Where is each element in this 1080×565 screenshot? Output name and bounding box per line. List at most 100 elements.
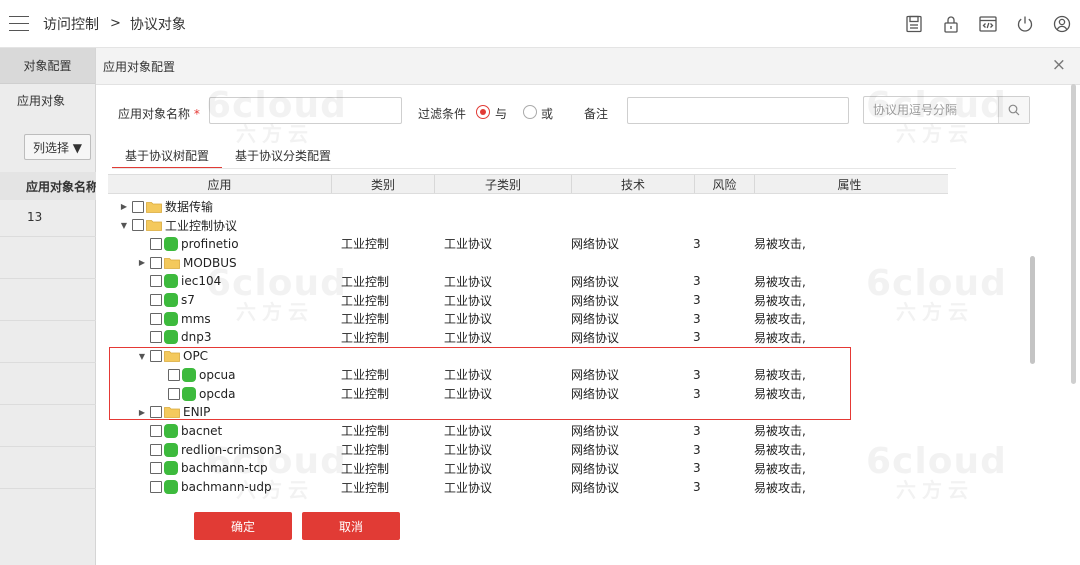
protocol-icon	[164, 423, 178, 438]
tree-node: bachmann-tcp	[136, 459, 268, 478]
table-row[interactable]: ▼ 工业控制协议	[108, 216, 1028, 235]
filter-radio-and[interactable]	[476, 105, 490, 119]
row-checkbox[interactable]	[150, 350, 162, 363]
row-checkbox[interactable]	[150, 256, 162, 269]
tree-node: bachmann-udp	[136, 478, 272, 497]
cell-technology: 网络协议	[571, 237, 620, 252]
table-row[interactable]: mms 工业控制 工业协议 网络协议 3 易被攻击,	[108, 309, 1028, 328]
caret-right-icon[interactable]: ▶	[118, 202, 130, 211]
column-header-subcategory: 子类别	[434, 175, 571, 193]
cancel-button[interactable]: 取消	[302, 512, 400, 540]
filter-radio-or[interactable]	[523, 105, 537, 119]
row-divider	[0, 488, 96, 489]
column-header-category: 类别	[331, 175, 434, 193]
cell-risk: 3	[693, 423, 701, 438]
row-checkbox[interactable]	[132, 219, 144, 232]
cell-technology: 网络协议	[571, 424, 620, 439]
tree-node: profinetio	[136, 234, 239, 253]
protocol-search-input[interactable]	[864, 97, 998, 123]
cell-subcategory: 工业协议	[444, 424, 493, 439]
dialog-scrollbar[interactable]	[1071, 84, 1078, 394]
table-row[interactable]: iec104 工业控制 工业协议 网络协议 3 易被攻击,	[108, 272, 1028, 291]
table-row[interactable]: bachmann-tcp 工业控制 工业协议 网络协议 3 易被攻击,	[108, 459, 1028, 478]
close-icon[interactable]: ×	[1052, 57, 1066, 74]
table-row[interactable]: ▼ OPC	[108, 347, 1028, 366]
table-row[interactable]: bacnet 工业控制 工业协议 网络协议 3 易被攻击,	[108, 421, 1028, 440]
remark-input[interactable]	[627, 97, 849, 124]
table-row[interactable]: redlion-crimson3 工业控制 工业协议 网络协议 3 易被攻击,	[108, 440, 1028, 459]
dialog-scrollbar-thumb[interactable]	[1071, 84, 1076, 384]
table-row[interactable]: ▶ MODBUS	[108, 253, 1028, 272]
table-row[interactable]: s7 工业控制 工业协议 网络协议 3 易被攻击,	[108, 291, 1028, 310]
tree-node-label: ENIP	[183, 405, 211, 420]
cell-technology: 网络协议	[571, 480, 620, 495]
column-header-technology: 技术	[571, 175, 694, 193]
row-divider	[0, 320, 96, 321]
tree-node-label: bachmann-tcp	[181, 461, 268, 476]
tree-node-label: opcua	[199, 367, 236, 382]
row-checkbox[interactable]	[150, 294, 162, 306]
table-row[interactable]: ▶ ENIP	[108, 403, 1028, 422]
table-row[interactable]: dnp3 工业控制 工业协议 网络协议 3 易被攻击,	[108, 328, 1028, 347]
row-checkbox[interactable]	[150, 424, 162, 437]
table-scrollbar-thumb[interactable]	[1030, 256, 1035, 364]
filter-label: 过滤条件	[418, 107, 467, 121]
save-icon[interactable]	[895, 0, 932, 48]
row-checkbox[interactable]	[150, 481, 162, 493]
tree-node: dnp3	[136, 328, 211, 347]
row-checkbox[interactable]	[150, 237, 162, 250]
cell-attribute: 易被攻击,	[754, 461, 806, 476]
search-icon[interactable]	[998, 97, 1029, 123]
header-toolbar	[895, 0, 1080, 48]
folder-icon	[164, 351, 180, 362]
confirm-button[interactable]: 确定	[194, 512, 292, 540]
caret-down-icon[interactable]: ▼	[118, 221, 130, 230]
user-icon[interactable]	[1043, 0, 1080, 48]
row-checkbox[interactable]	[150, 443, 162, 456]
cell-attribute: 易被攻击,	[754, 368, 806, 383]
column-select-button[interactable]: 列选择 ▼	[24, 134, 91, 160]
table-row[interactable]: bachmann-udp 工业控制 工业协议 网络协议 3 易被攻击,	[108, 478, 1028, 497]
nav-item-app-object[interactable]: 应用对象	[0, 84, 95, 117]
row-checkbox[interactable]	[168, 387, 180, 400]
name-input[interactable]	[209, 97, 402, 124]
table-row[interactable]: profinetio 工业控制 工业协议 网络协议 3 易被攻击,	[108, 234, 1028, 253]
row-checkbox[interactable]	[168, 368, 180, 381]
caret-right-icon[interactable]: ▶	[136, 408, 148, 417]
lock-icon[interactable]	[932, 0, 969, 48]
column-header-app: 应用	[207, 177, 232, 192]
caret-right-icon[interactable]: ▶	[136, 258, 148, 267]
tree-node-label: OPC	[183, 349, 209, 364]
power-icon[interactable]	[1006, 0, 1043, 48]
menu-icon[interactable]	[9, 16, 29, 31]
row-checkbox[interactable]	[150, 462, 162, 475]
table-row[interactable]: ▶ 数据传输	[108, 197, 1028, 216]
folder-icon	[146, 220, 162, 232]
breadcrumb: 访问控制 > 协议对象	[43, 14, 186, 34]
tab-protocol-category[interactable]: 基于协议分类配置	[222, 141, 344, 169]
cell-attribute: 易被攻击,	[754, 330, 806, 345]
row-checkbox[interactable]	[150, 406, 162, 419]
table-scrollbar[interactable]	[1028, 194, 1036, 510]
row-checkbox[interactable]	[150, 312, 162, 325]
code-icon[interactable]	[969, 0, 1006, 48]
object-config-tab[interactable]: 对象配置	[0, 48, 95, 84]
tree-node: ▶ ENIP	[136, 403, 210, 422]
cell-subcategory: 工业协议	[444, 330, 493, 345]
row-checkbox[interactable]	[132, 200, 144, 213]
tree-node-label: opcda	[199, 386, 236, 401]
row-checkbox[interactable]	[150, 331, 162, 344]
protocol-icon	[164, 293, 178, 307]
table-row[interactable]: opcda 工业控制 工业协议 网络协议 3 易被攻击,	[108, 384, 1028, 403]
cell-category: 工业控制	[341, 293, 390, 308]
breadcrumb-item-access-control[interactable]: 访问控制	[43, 14, 99, 34]
protocol-icon	[164, 330, 178, 345]
cell-risk: 3	[693, 386, 701, 401]
tree-node-label: redlion-crimson3	[181, 442, 283, 457]
caret-down-icon[interactable]: ▼	[136, 352, 148, 361]
tab-protocol-tree[interactable]: 基于协议树配置	[112, 141, 223, 169]
row-checkbox[interactable]	[150, 275, 162, 288]
cell-subcategory: 工业协议	[444, 461, 493, 476]
table-row[interactable]: opcua 工业控制 工业协议 网络协议 3 易被攻击,	[108, 365, 1028, 384]
app-object-config-dialog: 应用对象配置 × 应用对象名称 * 过滤条件 与 或 备注 基于协议树配置 基于…	[96, 48, 1080, 565]
